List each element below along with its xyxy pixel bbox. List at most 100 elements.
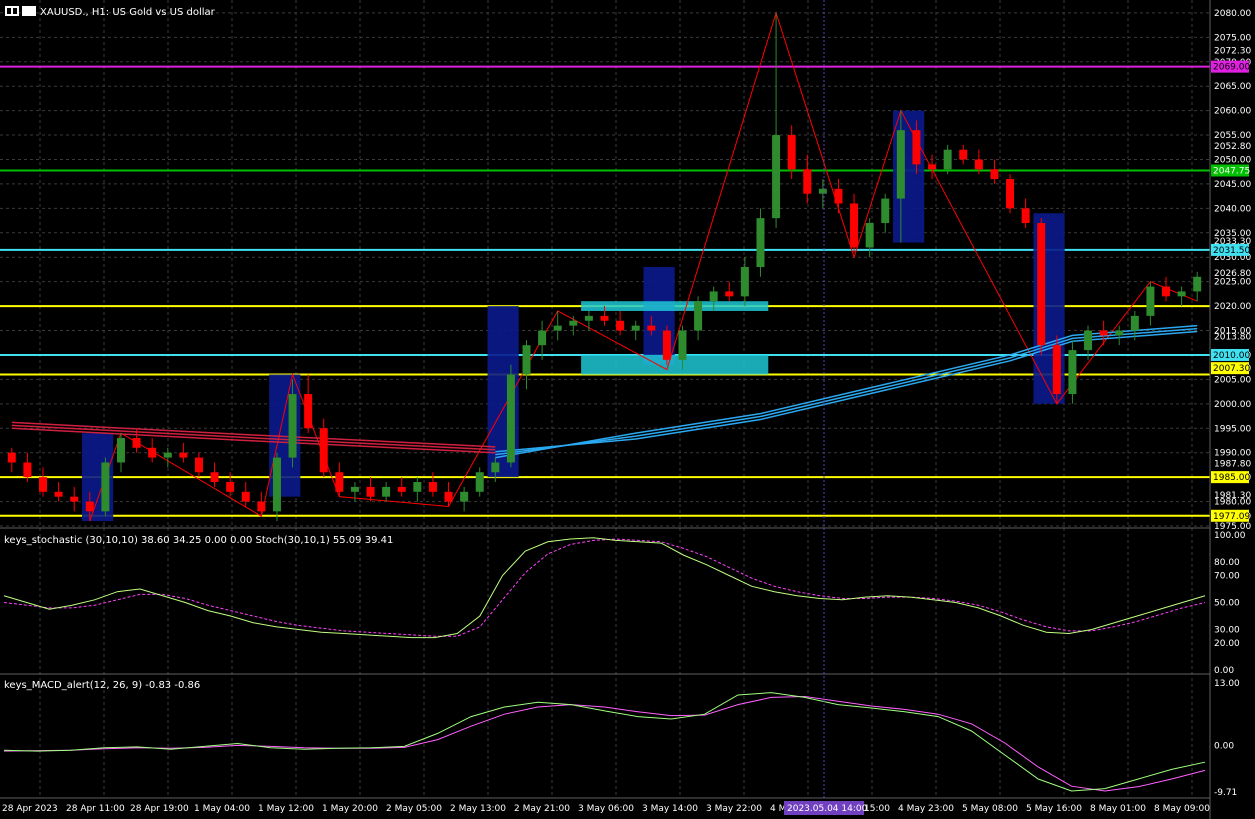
stoch-tick-label: 70.00	[1214, 572, 1240, 582]
candle-body[interactable]	[818, 188, 827, 194]
candle-body[interactable]	[896, 130, 905, 199]
price-tick-label: 2045.00	[1214, 180, 1251, 190]
time-tick-label: 3 May 22:00	[706, 804, 762, 814]
candle-body[interactable]	[101, 462, 110, 512]
candle-body[interactable]	[304, 394, 313, 429]
candle-body[interactable]	[335, 472, 344, 492]
candle-body[interactable]	[194, 457, 203, 473]
candle-body[interactable]	[600, 315, 609, 321]
candle-body[interactable]	[740, 267, 749, 297]
demand-zone[interactable]	[581, 354, 769, 375]
candle-body[interactable]	[522, 345, 531, 375]
candle-body[interactable]	[163, 452, 172, 458]
stoch-tick-label: 100.00	[1214, 531, 1246, 541]
candle-body[interactable]	[881, 198, 890, 224]
candle-body[interactable]	[54, 491, 63, 497]
candle-body[interactable]	[834, 188, 843, 204]
candle-body[interactable]	[241, 491, 250, 502]
candle-body[interactable]	[1162, 286, 1171, 297]
time-tick-label: 1 May 20:00	[322, 804, 378, 814]
candle-body[interactable]	[38, 477, 47, 492]
candle-body[interactable]	[772, 135, 781, 219]
macd-tick-label: -9.71	[1214, 788, 1237, 798]
candle-body[interactable]	[1006, 179, 1015, 209]
time-tick-label: 2 May 21:00	[514, 804, 570, 814]
candle-body[interactable]	[1099, 330, 1108, 336]
candle-body[interactable]	[990, 169, 999, 180]
candle-body[interactable]	[382, 486, 391, 497]
candle-body[interactable]	[756, 218, 765, 267]
candle-body[interactable]	[974, 159, 983, 170]
candle-body[interactable]	[538, 330, 547, 346]
stoch-tick-label: 20.00	[1214, 639, 1240, 649]
candle-body[interactable]	[709, 291, 718, 302]
candle-body[interactable]	[397, 486, 406, 492]
candle-body[interactable]	[85, 501, 94, 512]
candle-body[interactable]	[959, 149, 968, 160]
candle-body[interactable]	[943, 149, 952, 170]
price-tick-label: 2075.00	[1214, 33, 1251, 43]
candle-body[interactable]	[569, 320, 578, 326]
candle-body[interactable]	[226, 482, 235, 492]
time-tick-label: 1 May 12:00	[258, 804, 314, 814]
candle-body[interactable]	[350, 486, 359, 492]
candle-body[interactable]	[928, 164, 937, 170]
candle-body[interactable]	[725, 291, 734, 297]
candle-body[interactable]	[912, 130, 921, 165]
stoch-title: keys_stochastic (30,10,10) 38.60 34.25 0…	[4, 535, 393, 546]
candle-body[interactable]	[865, 223, 874, 248]
candle-body[interactable]	[70, 496, 79, 502]
candle-body[interactable]	[803, 169, 812, 194]
trading-chart-window[interactable]: 2080.002075.002072.302070.002065.002060.…	[0, 0, 1255, 819]
candle-body[interactable]	[1193, 276, 1202, 292]
supply-zone[interactable]	[581, 301, 769, 311]
candle-body[interactable]	[662, 330, 671, 360]
stoch-tick-label: 30.00	[1214, 626, 1240, 636]
candle-body[interactable]	[616, 320, 625, 331]
price-axis[interactable]: 2080.002075.002072.302070.002065.002060.…	[1211, 9, 1251, 532]
candle-body[interactable]	[553, 325, 562, 331]
candle-body[interactable]	[428, 482, 437, 492]
candle-body[interactable]	[491, 462, 500, 473]
candle-body[interactable]	[366, 486, 375, 497]
candle-body[interactable]	[319, 428, 328, 473]
candle-body[interactable]	[647, 325, 656, 331]
candle-body[interactable]	[288, 394, 297, 458]
candle-body[interactable]	[1068, 350, 1077, 395]
candle-body[interactable]	[148, 447, 157, 458]
candle-body[interactable]	[413, 482, 422, 492]
chart-trade-icon[interactable]	[22, 6, 36, 16]
candle-body[interactable]	[475, 472, 484, 492]
candle-body[interactable]	[1177, 291, 1186, 297]
candle-body[interactable]	[272, 457, 281, 512]
candle-body[interactable]	[7, 452, 16, 463]
candle-body[interactable]	[1052, 345, 1061, 395]
candle-body[interactable]	[1037, 223, 1046, 346]
candle-body[interactable]	[850, 203, 859, 248]
candle-body[interactable]	[631, 325, 640, 331]
time-axis[interactable]: 28 Apr 2023 28 Apr 11:00 28 Apr 19:00 1 May…	[2, 801, 1210, 815]
candle-body[interactable]	[1146, 286, 1155, 316]
candle-body[interactable]	[584, 315, 593, 321]
candle-body[interactable]	[1084, 330, 1093, 351]
candle-body[interactable]	[678, 330, 687, 360]
candle-body[interactable]	[179, 452, 188, 458]
candle-body[interactable]	[1130, 315, 1139, 331]
candle-body[interactable]	[787, 135, 796, 170]
candle-body[interactable]	[460, 491, 469, 502]
candle-body[interactable]	[1021, 208, 1030, 224]
candle-body[interactable]	[116, 438, 125, 463]
candle-body[interactable]	[257, 501, 266, 512]
candle-body[interactable]	[1115, 330, 1124, 336]
candle-body[interactable]	[694, 301, 703, 331]
candle-body[interactable]	[210, 472, 219, 483]
candle-body[interactable]	[506, 374, 515, 463]
candle-body[interactable]	[444, 491, 453, 502]
price-level-tag-label: 1977.09	[1213, 512, 1250, 522]
candle-body[interactable]	[132, 438, 141, 448]
candle-body[interactable]	[23, 462, 32, 478]
stoch-tick-label: 0.00	[1214, 666, 1234, 676]
price-tick-label: 2040.00	[1214, 204, 1251, 214]
price-tick-label: 2000.00	[1214, 400, 1251, 410]
chart-background	[0, 0, 1255, 819]
